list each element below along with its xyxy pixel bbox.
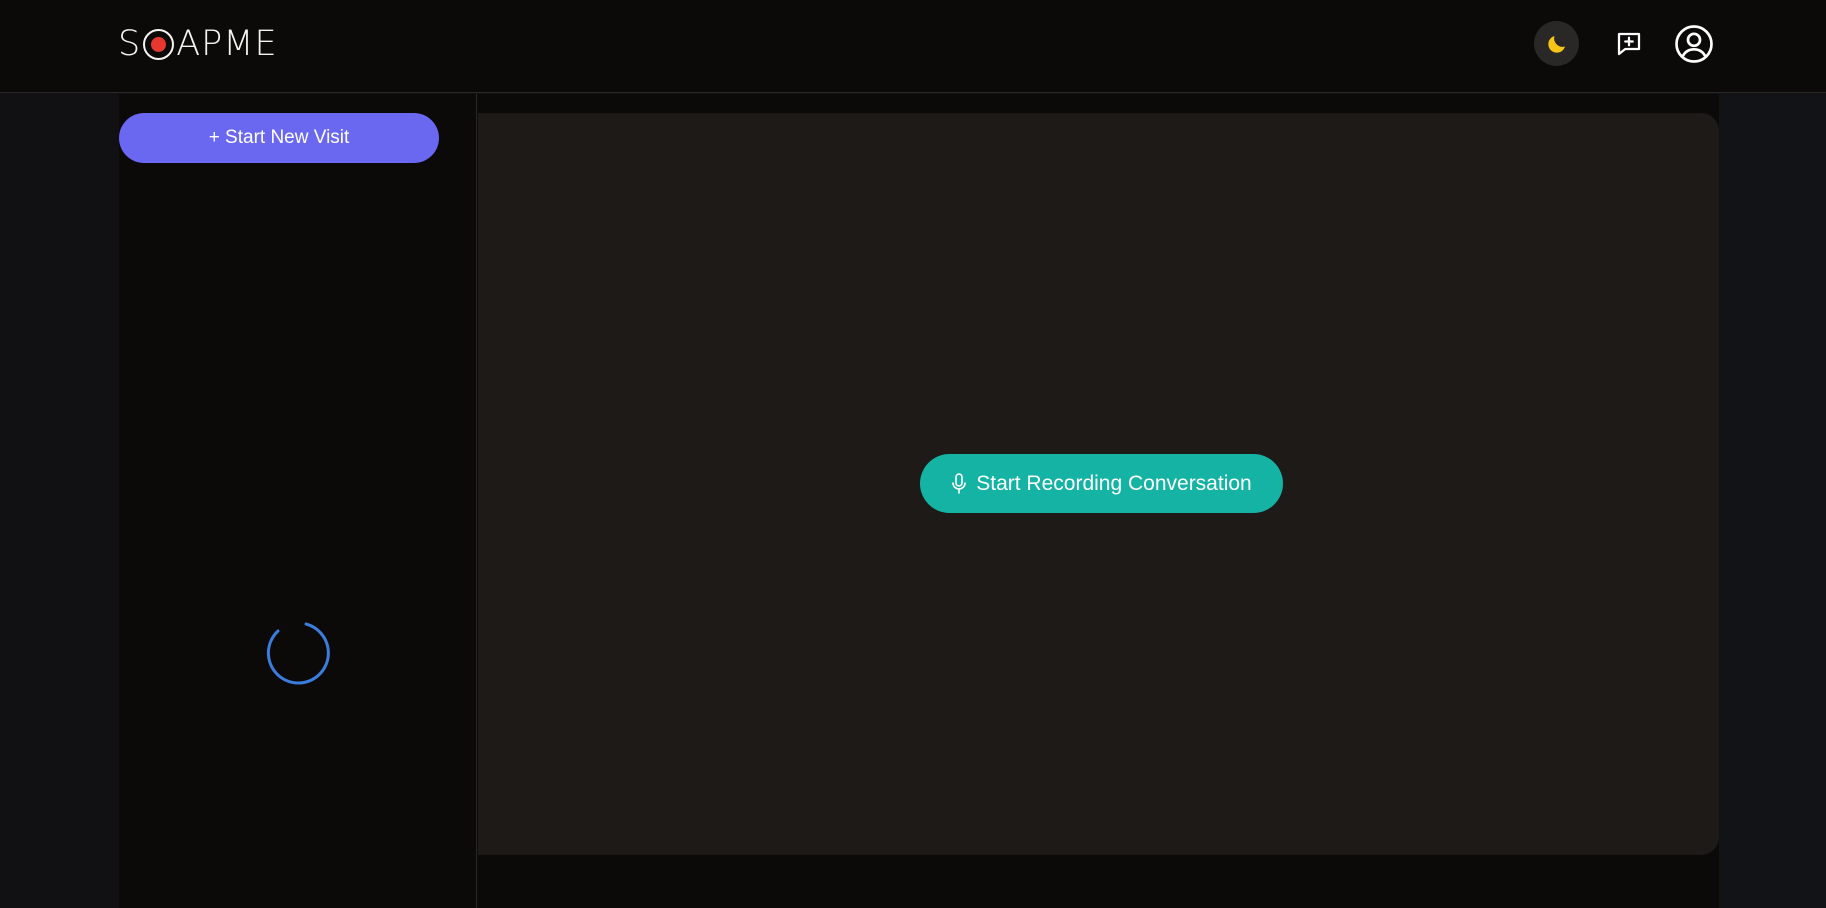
start-new-visit-button[interactable]: + Start New Visit <box>119 113 439 163</box>
start-recording-button[interactable]: Start Recording Conversation <box>920 454 1283 513</box>
account-button[interactable] <box>1673 23 1714 64</box>
spinner-icon <box>266 622 330 685</box>
top-bar: S APME <box>0 0 1826 93</box>
logo-text-end: APME <box>176 24 278 64</box>
start-recording-label: Start Recording Conversation <box>976 471 1252 495</box>
visits-sidebar: + Start New Visit <box>119 94 477 908</box>
recording-panel: Start Recording Conversation <box>478 113 1719 855</box>
microphone-icon <box>952 472 967 494</box>
feedback-button[interactable] <box>1612 27 1645 60</box>
theme-toggle-button[interactable] <box>1534 21 1579 66</box>
right-gutter <box>1719 94 1826 908</box>
logo-text-start: S <box>118 24 142 64</box>
user-circle-icon <box>1674 24 1713 63</box>
logo[interactable]: S APME <box>118 22 278 66</box>
logo-record-icon <box>143 28 175 60</box>
moon-icon <box>1547 35 1565 53</box>
message-plus-icon <box>1617 32 1640 55</box>
main-area: Start Recording Conversation <box>477 94 1719 908</box>
